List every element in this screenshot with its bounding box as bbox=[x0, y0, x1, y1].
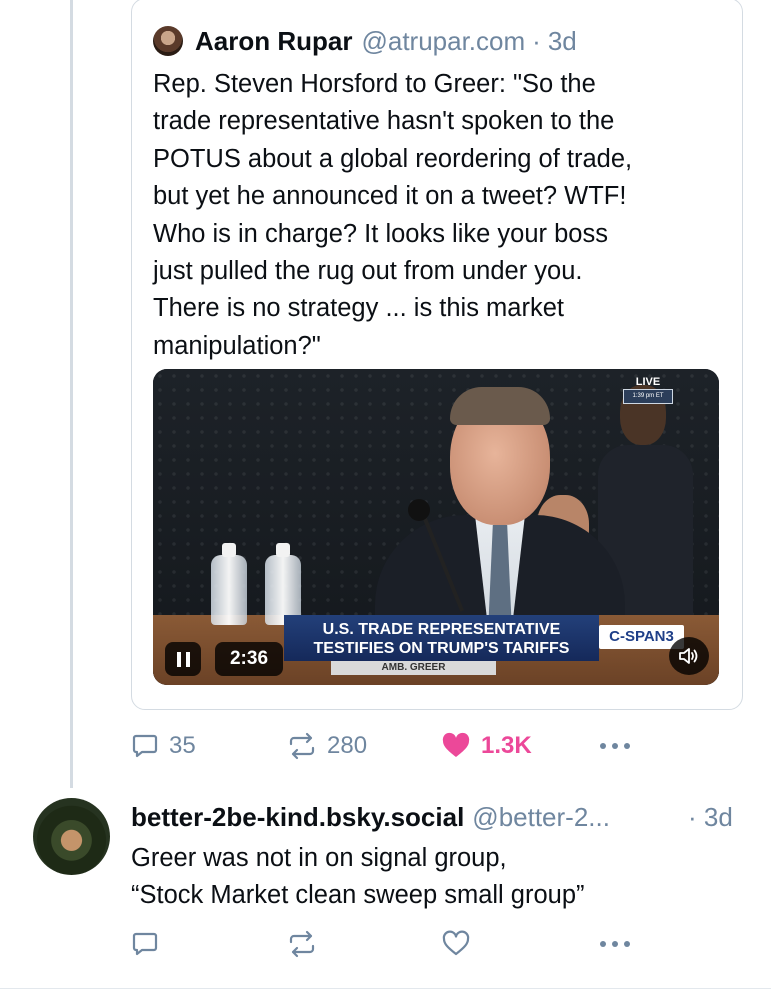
quote-author-handle[interactable]: @atrupar.com bbox=[361, 26, 525, 57]
repost-button[interactable] bbox=[287, 930, 317, 958]
water-bottle bbox=[211, 543, 247, 625]
reply-icon bbox=[132, 734, 158, 758]
post-divider bbox=[0, 988, 771, 989]
reply-post-header: better-2be-kind.bsky.social @better-2... bbox=[131, 800, 610, 834]
reply-button[interactable]: 35 bbox=[131, 732, 196, 760]
like-button[interactable]: 1.3K bbox=[441, 732, 532, 760]
reply-count: 35 bbox=[169, 732, 196, 759]
reply-post-text: Greer was not in on signal group, “Stock… bbox=[131, 844, 585, 910]
heart-filled-icon bbox=[442, 732, 470, 757]
heart-outline-icon bbox=[442, 930, 470, 956]
live-time: 1:39 pm ET bbox=[623, 389, 673, 404]
repost-icon bbox=[289, 930, 315, 958]
more-options-button[interactable] bbox=[597, 930, 633, 958]
volume-button[interactable] bbox=[669, 637, 709, 675]
repost-icon bbox=[289, 732, 315, 760]
like-count: 1.3K bbox=[481, 732, 532, 759]
live-badge: LIVE 1:39 pm ET bbox=[623, 377, 673, 404]
microphone bbox=[408, 499, 430, 521]
reply-author-avatar[interactable] bbox=[33, 798, 110, 875]
video-caption-banner: U.S. TRADE REPRESENTATIVE TESTIFIES ON T… bbox=[284, 615, 599, 661]
quote-timestamp[interactable]: 3d bbox=[548, 26, 577, 57]
reply-author-name[interactable]: better-2be-kind.bsky.social bbox=[131, 802, 464, 833]
caption-line-2: TESTIFIES ON TRUMP'S TARIFFS bbox=[313, 640, 570, 657]
live-label: LIVE bbox=[635, 376, 661, 388]
repost-button[interactable]: 280 bbox=[287, 732, 367, 760]
repost-count: 280 bbox=[327, 732, 368, 759]
reply-timestamp[interactable]: · 3d bbox=[688, 800, 733, 834]
pause-icon-bar bbox=[185, 651, 190, 667]
pause-button[interactable] bbox=[165, 642, 201, 676]
more-icon bbox=[600, 941, 630, 947]
quote-post-text: Rep. Steven Horsford to Greer: "So the t… bbox=[153, 70, 633, 360]
reply-icon bbox=[132, 932, 158, 956]
nameplate: AMB. GREER bbox=[331, 661, 496, 675]
quote-author-name[interactable]: Aaron Rupar bbox=[195, 26, 352, 57]
like-button[interactable] bbox=[441, 930, 471, 958]
quote-post-header: Aaron Rupar @atrupar.com · 3d bbox=[153, 26, 577, 56]
reply-button[interactable] bbox=[131, 930, 159, 958]
reply-author-handle[interactable]: @better-2... bbox=[472, 802, 610, 833]
video-player[interactable]: LIVE 1:39 pm ET AMB. GREER U.S. TRADE RE… bbox=[153, 369, 719, 685]
caption-line-1: U.S. TRADE REPRESENTATIVE bbox=[322, 621, 561, 638]
video-elapsed-time: 2:36 bbox=[215, 642, 283, 676]
more-icon bbox=[600, 743, 630, 749]
more-options-button[interactable] bbox=[597, 732, 633, 760]
speaker-icon bbox=[679, 648, 698, 664]
pause-icon-bar bbox=[176, 651, 181, 667]
thread-line bbox=[70, 0, 73, 788]
quote-author-avatar[interactable] bbox=[153, 26, 183, 56]
quote-time-separator: · bbox=[532, 25, 541, 56]
